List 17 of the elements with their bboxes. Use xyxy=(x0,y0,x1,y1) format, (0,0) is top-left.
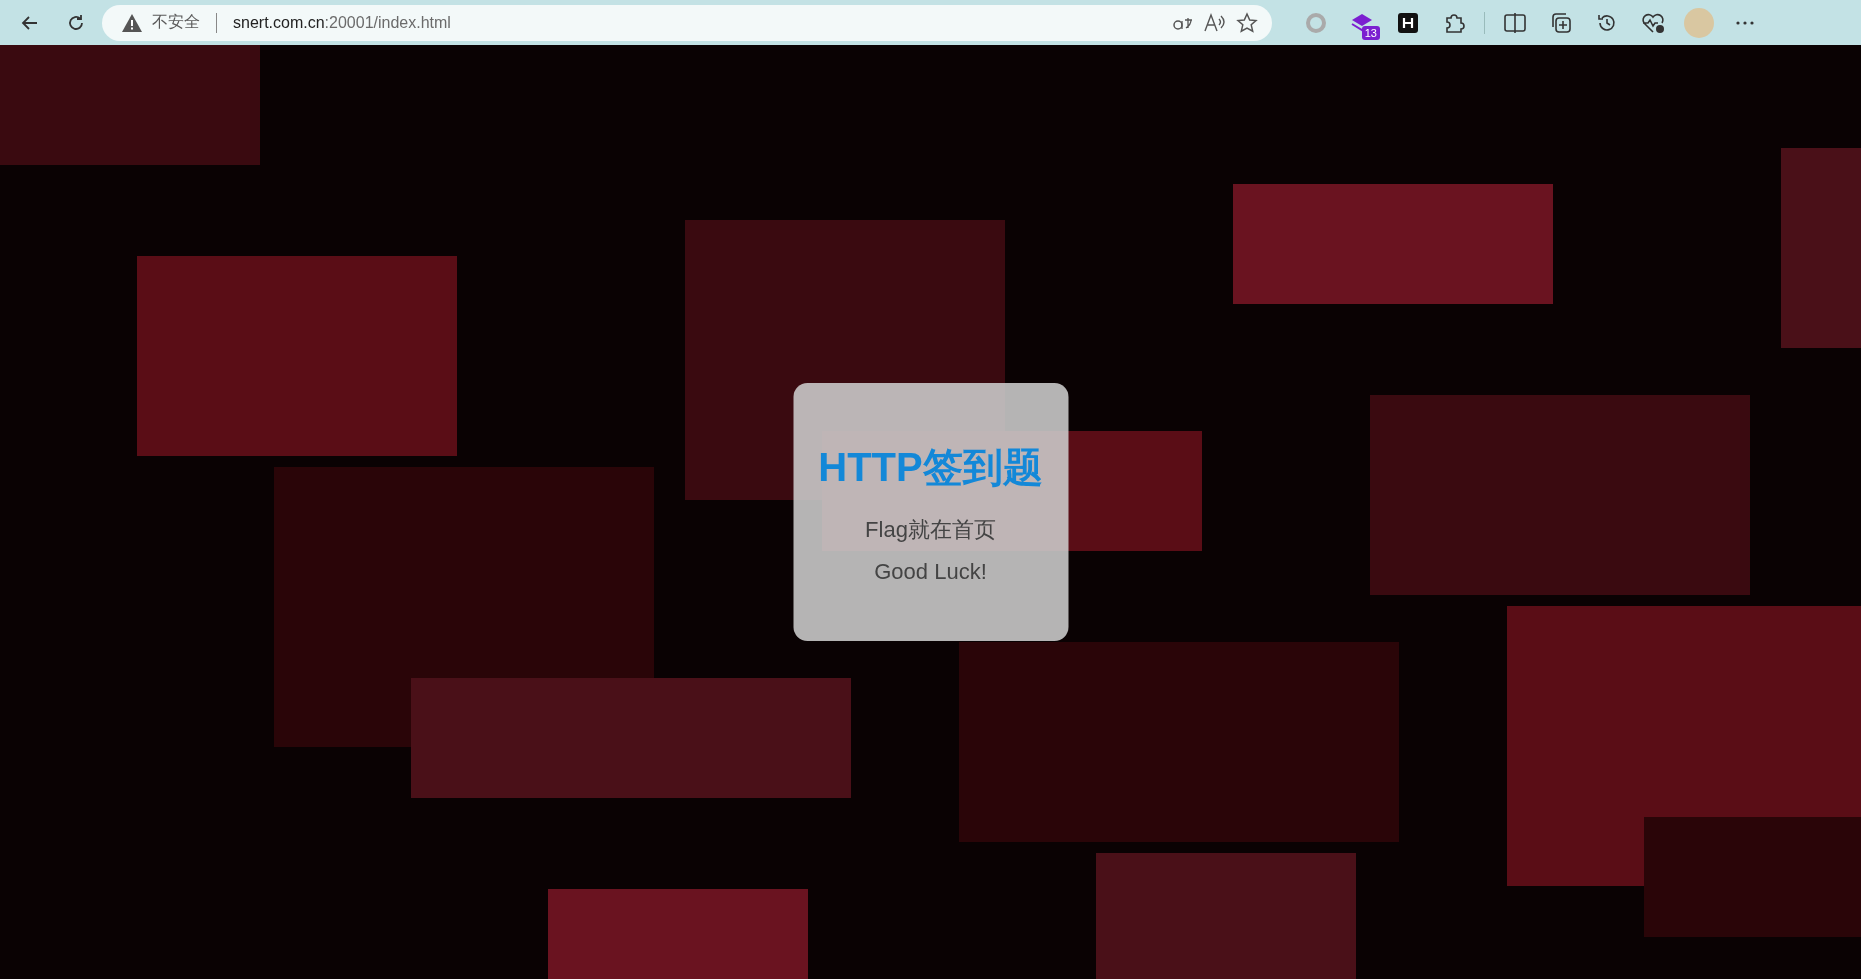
collections-icon[interactable] xyxy=(1550,11,1572,34)
extensions-icon[interactable] xyxy=(1443,11,1465,34)
card-text: Flag就在首页 xyxy=(865,515,996,544)
address-bar[interactable]: 不安全 snert.com.cn:20001/index.html xyxy=(102,4,1272,41)
security-label: 不安全 xyxy=(152,12,200,32)
h-extension-icon[interactable] xyxy=(1398,12,1418,33)
health-icon[interactable] xyxy=(1641,11,1665,34)
star-icon[interactable] xyxy=(1236,11,1258,34)
card-text: Good Luck! xyxy=(874,558,987,585)
reload-icon[interactable] xyxy=(66,12,86,33)
read-aloud-icon[interactable] xyxy=(1204,12,1226,33)
badge-count: 13 xyxy=(1361,25,1380,40)
url-text: snert.com.cn:20001/index.html xyxy=(233,13,452,32)
card-title: HTTP签到题 xyxy=(818,443,1043,491)
more-icon[interactable] xyxy=(1735,20,1755,25)
warning-icon xyxy=(122,13,142,32)
split-screen-icon[interactable] xyxy=(1504,12,1526,33)
